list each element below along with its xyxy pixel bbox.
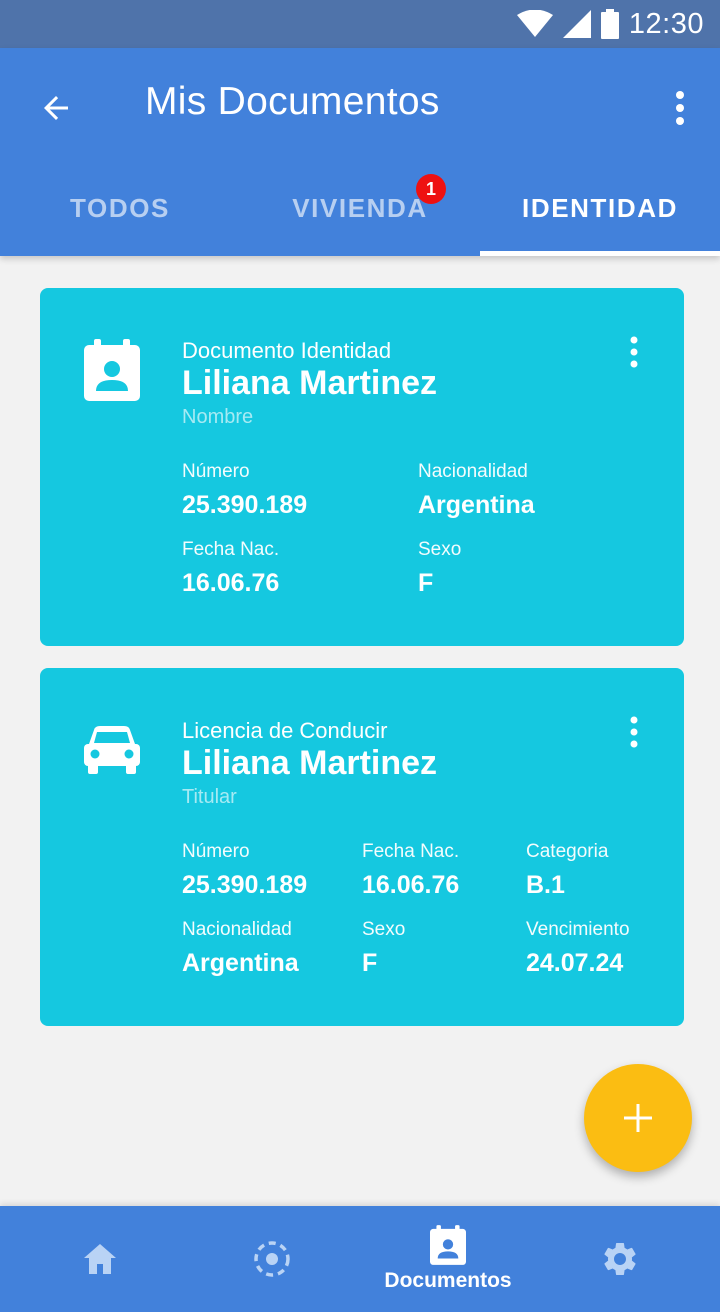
nav-item-home[interactable]	[10, 1206, 190, 1312]
overflow-menu-button[interactable]	[664, 84, 696, 132]
holder-name: Liliana Martinez	[182, 744, 438, 782]
tab-identidad[interactable]: IDENTIDAD	[480, 160, 720, 256]
battery-icon	[600, 9, 619, 39]
wifi-icon	[516, 10, 553, 37]
contact-card-icon	[80, 338, 144, 402]
status-time: 12:30	[628, 7, 704, 40]
signal-icon	[562, 10, 591, 38]
field-label-categoria: Categoria	[526, 841, 609, 862]
field-value-sexo: F	[418, 569, 434, 597]
field-label-vencimiento: Vencimiento	[526, 919, 630, 940]
field-label-nacionalidad: Nacionalidad	[418, 461, 528, 482]
app-bar: Mis Documentos TODOS VIVIENDA IDENTIDAD …	[0, 48, 720, 256]
gear-icon	[604, 1243, 636, 1275]
field-value-sexo: F	[362, 949, 378, 977]
document-type: Documento Identidad	[182, 338, 392, 363]
status-bar: 12:30	[0, 0, 720, 48]
field-label-nacionalidad: Nacionalidad	[182, 919, 292, 940]
field-label-fecha-nac: Fecha Nac.	[362, 841, 460, 862]
field-label-sexo: Sexo	[362, 919, 406, 940]
field-value-numero: 25.390.189	[182, 871, 308, 899]
field-value-categoria: B.1	[526, 871, 565, 899]
target-icon	[254, 1241, 290, 1277]
contact-card-icon	[430, 1225, 466, 1265]
holder-name: Liliana Martinez	[182, 364, 438, 402]
document-type: Licencia de Conducir	[182, 718, 388, 743]
bottom-navigation: Documentos	[0, 1206, 720, 1312]
field-value-fecha-nac: 16.06.76	[182, 569, 280, 597]
field-value-nacionalidad: Argentina	[418, 491, 535, 519]
tab-todos[interactable]: TODOS	[0, 160, 240, 256]
field-value-vencimiento: 24.07.24	[526, 949, 624, 977]
arrow-back-icon	[44, 96, 68, 120]
card-menu-button[interactable]	[618, 712, 650, 752]
field-value-numero: 25.390.189	[182, 491, 308, 519]
field-label-numero: Número	[182, 841, 250, 862]
holder-role: Titular	[182, 786, 237, 808]
field-value-fecha-nac: 16.06.76	[362, 871, 460, 899]
field-label-numero: Número	[182, 461, 250, 482]
page-title: Mis Documentos	[145, 80, 440, 123]
document-card-identity[interactable]: Documento Identidad Liliana Martinez Nom…	[40, 288, 684, 646]
add-document-fab[interactable]	[584, 1064, 692, 1172]
field-label-sexo: Sexo	[418, 539, 462, 560]
nav-item-target[interactable]	[182, 1206, 362, 1312]
more-vert-icon	[676, 91, 684, 125]
tab-bar: TODOS VIVIENDA IDENTIDAD	[0, 160, 720, 256]
tab-vivienda[interactable]: VIVIENDA	[240, 160, 480, 256]
nav-item-settings[interactable]	[530, 1206, 710, 1312]
car-icon	[80, 718, 144, 782]
notification-badge: 1	[416, 174, 446, 204]
card-menu-button[interactable]	[618, 332, 650, 372]
status-icons: 12:30	[516, 0, 704, 48]
home-icon	[84, 1244, 116, 1274]
nav-item-documentos[interactable]: Documentos	[358, 1206, 538, 1312]
add-icon	[624, 1104, 652, 1132]
more-vert-icon	[630, 336, 638, 368]
nav-label-documentos: Documentos	[384, 1269, 512, 1292]
document-card-license[interactable]: Licencia de Conducir Liliana Martinez Ti…	[40, 668, 684, 1026]
field-label-fecha-nac: Fecha Nac.	[182, 539, 280, 560]
back-button[interactable]	[32, 84, 80, 132]
more-vert-icon	[630, 716, 638, 748]
holder-role: Nombre	[182, 406, 254, 428]
field-value-nacionalidad: Argentina	[182, 949, 299, 977]
